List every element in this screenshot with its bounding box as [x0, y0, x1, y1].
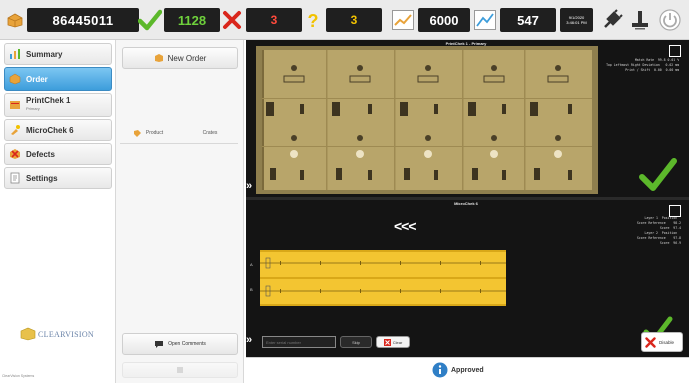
- sheet-value: 547: [500, 8, 556, 32]
- microchek-camera-panel: MicroChek 6 <<< A B Layer 1 Position Sco…: [246, 200, 689, 357]
- approved-counter: 1128: [138, 7, 220, 33]
- scroll-left-arrows-icon[interactable]: <<<: [394, 218, 417, 234]
- svg-text:?: ?: [308, 11, 319, 30]
- sidebar-item-text: PrintChek 1 Primary: [26, 97, 70, 113]
- app-window: 86445011 1128 3 ? 3 6000 547 9/1/2020 3:…: [0, 0, 689, 383]
- skip-button[interactable]: Skip: [340, 336, 372, 348]
- printed-sheet-image: [256, 46, 598, 194]
- open-comments-button[interactable]: Open Comments: [122, 333, 238, 355]
- sidebar-item-microchek[interactable]: MicroChek 6: [4, 119, 112, 141]
- unknown-counter: ? 3: [306, 7, 382, 33]
- comments-icon: [155, 340, 164, 348]
- skip-label: Skip: [352, 339, 360, 345]
- datetime-box: 9/1/2020 3:46:01 PM: [560, 8, 593, 32]
- sidebar-item-settings[interactable]: Settings: [4, 167, 112, 189]
- sidebar-item-label: Order: [26, 74, 48, 84]
- sidebar-item-order[interactable]: Order: [4, 67, 112, 91]
- question-icon: ?: [308, 11, 319, 30]
- lane-label-a: A: [250, 262, 253, 267]
- speed-chart-icon: [392, 10, 414, 30]
- approved-count: 1128: [164, 8, 220, 32]
- order-indicator[interactable]: 86445011: [6, 7, 139, 33]
- time-text: 3:46:01 PM: [566, 20, 587, 25]
- disabled-action-icon: [177, 367, 183, 373]
- info-circle-icon: [432, 362, 448, 378]
- sheet-indicator: 547: [474, 7, 556, 33]
- speed-value: 6000: [418, 8, 470, 32]
- status-label: Approved: [451, 366, 484, 374]
- power-icon[interactable]: [658, 8, 682, 32]
- defects-icon: [10, 149, 20, 159]
- disable-x-icon: [645, 336, 656, 348]
- speed-indicator: 6000: [392, 7, 470, 33]
- expand-chevron-icon[interactable]: »: [246, 334, 252, 346]
- new-order-label: New Order: [167, 53, 207, 63]
- printchek-camera-title: PrintChek 1 - Primary: [445, 41, 487, 46]
- printchek-camera-image[interactable]: [256, 46, 598, 194]
- graph-icon: [474, 10, 496, 30]
- new-order-icon: [154, 54, 163, 62]
- disable-label: Disable: [659, 339, 675, 345]
- fullscreen-icon[interactable]: [669, 205, 681, 217]
- order-icon: [9, 73, 21, 85]
- lane-label-b: B: [250, 287, 253, 292]
- settings-icon: [10, 172, 20, 184]
- sidebar-item-sublabel: Primary: [26, 106, 40, 111]
- sidebar-item-label: PrintChek 1: [26, 96, 71, 105]
- tab-product[interactable]: Product: [120, 122, 176, 144]
- new-order-button[interactable]: New Order: [122, 47, 238, 69]
- disabled-action-button[interactable]: [122, 362, 238, 378]
- user-login-icon[interactable]: [628, 8, 652, 32]
- microchek-strip-image[interactable]: [260, 250, 506, 306]
- clearvision-logo: CLEARVISION: [20, 327, 94, 341]
- disable-button[interactable]: Disable: [641, 332, 683, 352]
- top-status-bar: 86445011 1128 3 ? 3 6000 547 9/1/2020 3:…: [0, 0, 689, 40]
- sidebar-item-summary[interactable]: Summary: [4, 43, 112, 65]
- status-bar: Approved: [246, 357, 689, 383]
- tab-crates[interactable]: Crates: [182, 122, 238, 144]
- microchek-info-text: Layer 1 Position Score Reference 98.2 Sc…: [636, 216, 681, 245]
- pass-checkmark-icon: [639, 158, 677, 191]
- expand-chevron-icon[interactable]: »: [246, 180, 252, 192]
- fullscreen-icon[interactable]: [669, 45, 681, 57]
- approved-status: Approved: [432, 362, 484, 378]
- serial-number-input[interactable]: [262, 336, 336, 348]
- open-comments-label: Open Comments: [168, 341, 206, 347]
- printchek-camera-panel: PrintChek 1 - Primary » Match Rate 99.8 …: [246, 40, 689, 197]
- microchek-icon: [11, 125, 20, 135]
- sidebar-item-label: MicroChek 6: [26, 125, 74, 135]
- datetime-display: 9/1/2020 3:46:01 PM: [560, 7, 593, 33]
- tab-label: Crates: [202, 130, 218, 136]
- summary-icon: [10, 49, 20, 59]
- clear-button[interactable]: Clear: [376, 336, 410, 348]
- sidebar-item-label: Summary: [26, 49, 63, 59]
- checkmark-icon: [138, 9, 162, 31]
- sidebar-item-label: Settings: [26, 173, 58, 183]
- rejected-count: 3: [246, 8, 302, 32]
- printchek-info-text: Match Rate 99.8 0.01 % Top Leftmost Righ…: [606, 58, 679, 72]
- logo-mark-icon: [20, 327, 36, 341]
- rejected-counter: 3: [222, 7, 302, 33]
- tab-label: Product: [145, 130, 164, 136]
- sidebar-item-defects[interactable]: Defects: [4, 143, 112, 165]
- printchek-icon: [10, 101, 20, 109]
- unknown-count: 3: [326, 8, 382, 32]
- clear-x-icon: [383, 338, 391, 346]
- connect-plug-icon[interactable]: [600, 8, 624, 32]
- order-panel: New Order Product Crates Open Comments: [116, 40, 244, 383]
- clear-label: Clear: [392, 339, 403, 345]
- sidebar-item-printchek[interactable]: PrintChek 1 Primary: [4, 93, 112, 117]
- footer-text: ClearVision Systems: [2, 374, 35, 378]
- sidebar: Summary Order PrintChek 1 Primary MicroC…: [0, 40, 116, 383]
- order-number: 86445011: [27, 8, 139, 32]
- crate-icon: [7, 13, 23, 28]
- microchek-camera-title: MicroChek 6: [454, 201, 478, 206]
- tab-divider: [120, 143, 238, 144]
- product-tab-icon: [133, 129, 141, 137]
- logo-text: CLEARVISION: [38, 329, 94, 339]
- sidebar-item-label: Defects: [26, 149, 55, 159]
- reject-x-icon: [223, 11, 241, 29]
